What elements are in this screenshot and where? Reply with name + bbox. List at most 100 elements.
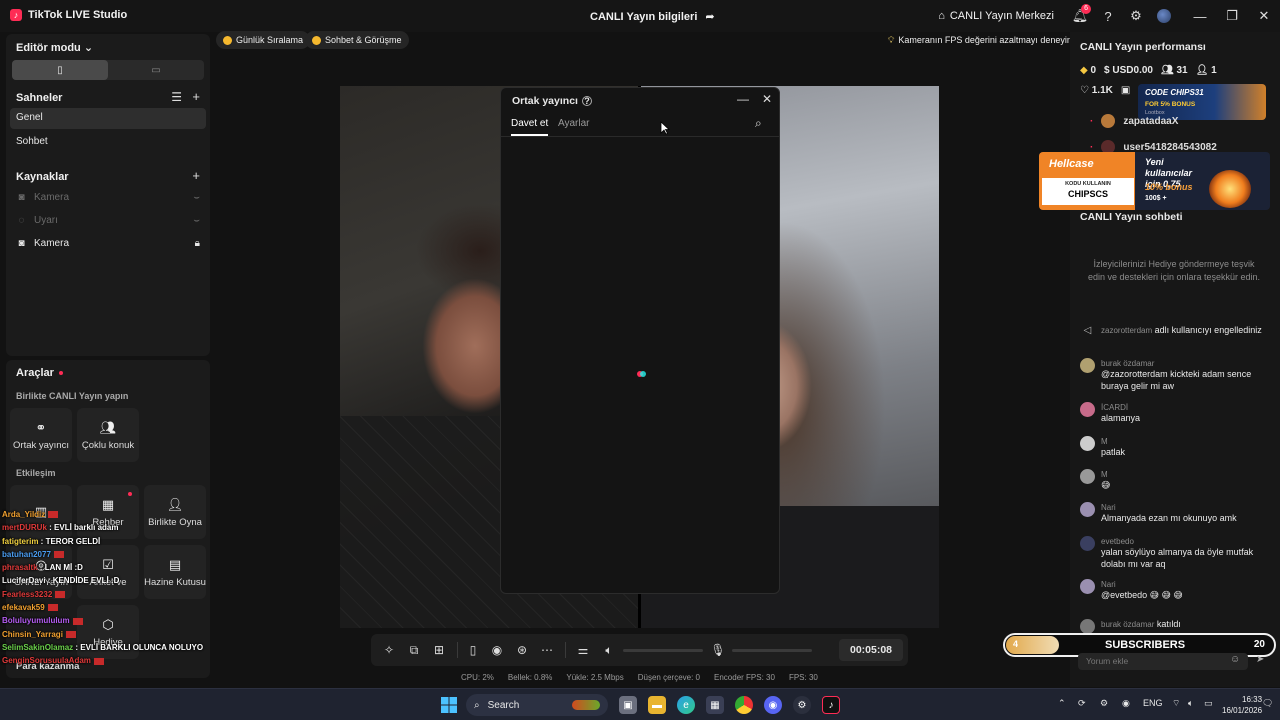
notifications-icon[interactable]: 🗨︎ xyxy=(1262,698,1273,709)
chat-username[interactable]: evetbedo xyxy=(1101,536,1270,547)
chevron-up-icon[interactable]: ⌃ xyxy=(1058,698,1066,709)
source-item-camera-1[interactable]: ◙ Kamera ⌣ xyxy=(16,192,200,203)
hidden-icon[interactable]: ⌣ xyxy=(193,192,200,203)
send-icon[interactable]: ➤ xyxy=(1256,654,1264,665)
emoji-icon[interactable]: ☺ xyxy=(1230,654,1240,665)
chat-message[interactable]: Nari Almanyada ezan mı okunuyo amk xyxy=(1080,502,1270,525)
subscribers-label: SUBSCRIBERS xyxy=(1105,639,1186,651)
live-center-link[interactable]: ⌂ CANLI Yayın Merkezi xyxy=(938,10,1054,22)
tab-settings[interactable]: Ayarlar xyxy=(558,118,590,129)
speaker-volume-slider[interactable] xyxy=(623,649,703,652)
chat-username[interactable]: Nari xyxy=(1101,502,1237,513)
media-icon[interactable]: ⊞ xyxy=(431,642,447,658)
overlay-chat-line: SelimSakinOlamaz : EVLİ BARKLI OLUNCA NO… xyxy=(2,642,204,652)
landscape-icon[interactable]: ▭ xyxy=(108,60,204,80)
tiktok-live-studio-icon[interactable]: ♪ xyxy=(822,696,840,714)
comment-input[interactable]: Yorum ekle xyxy=(1078,653,1248,670)
chat-username[interactable]: M xyxy=(1101,469,1110,480)
steam-icon[interactable]: ⚙ xyxy=(793,696,811,714)
chat-message[interactable]: Mpatlak xyxy=(1080,436,1270,459)
profile-avatar[interactable] xyxy=(1150,0,1178,32)
avatar xyxy=(1080,536,1095,551)
source-label: Uyarı xyxy=(34,215,58,226)
chat-message[interactable]: İCARDİ alamanya xyxy=(1080,402,1270,425)
record-icon[interactable]: ◉ xyxy=(489,642,505,658)
overlay-chat-user: Arda_Yildiz xyxy=(2,510,46,519)
screen-share-icon[interactable]: ⧉ xyxy=(406,642,422,658)
chat-username[interactable]: zazorotterdam xyxy=(1101,326,1152,335)
chat-username[interactable]: İCARDİ xyxy=(1101,402,1140,413)
scene-item-genel[interactable]: Genel xyxy=(10,108,206,129)
battery-icon[interactable]: ▭ xyxy=(1204,698,1213,709)
magic-wand-icon[interactable]: ✧ xyxy=(381,642,397,658)
chat-username[interactable]: Nari xyxy=(1101,579,1183,590)
microphone-icon[interactable]: 🎙︎ xyxy=(710,642,726,658)
minimize-icon[interactable]: — xyxy=(1184,0,1216,32)
mic-volume-slider[interactable] xyxy=(732,649,812,652)
clock[interactable]: 16:33 16/01/2026 xyxy=(1222,694,1262,716)
phone-icon[interactable]: ▯ xyxy=(465,642,481,658)
taskbar-search[interactable]: ⌕ Search xyxy=(466,694,608,716)
add-scene-icon[interactable]: + xyxy=(192,89,200,104)
steam-tray-icon[interactable]: ⚙ xyxy=(1100,698,1108,709)
coin-icon xyxy=(312,35,321,45)
help-icon[interactable]: ? xyxy=(581,96,592,106)
edge-icon[interactable]: e xyxy=(677,696,695,714)
file-explorer-icon[interactable]: ▬ xyxy=(648,696,666,714)
chat-message[interactable]: burak özdamar katıldı xyxy=(1080,619,1270,634)
avatar xyxy=(1080,469,1095,484)
minimize-icon[interactable]: — xyxy=(735,92,751,106)
daily-rank-pill[interactable]: Günlük Sıralama xyxy=(216,31,311,49)
store-icon[interactable]: ▦ xyxy=(706,696,724,714)
chat-system-message[interactable]: ◁ zazorotterdam adlı kullanıcıyı engelled… xyxy=(1080,325,1270,337)
maximize-icon[interactable]: ❐ xyxy=(1216,0,1248,32)
editor-mode-dropdown[interactable]: Editör modu ⌄ xyxy=(16,41,200,54)
top-gifter-row[interactable]: · zapatadaaX xyxy=(1090,114,1178,128)
tiktok-logo-icon: ♪ xyxy=(10,9,22,21)
tab-invite[interactable]: Davet et xyxy=(511,118,548,129)
interaction-title: Etkileşim xyxy=(16,468,56,478)
portrait-icon[interactable]: ▯ xyxy=(12,60,108,80)
tray-app-icon[interactable]: ⟳ xyxy=(1078,698,1086,709)
chrome-icon[interactable] xyxy=(735,696,753,714)
flag-icon xyxy=(55,591,66,599)
help-icon[interactable]: ? xyxy=(1094,0,1122,32)
fps-tip[interactable]: 💡︎ Kameranın FPS değerini azaltmayı deney… xyxy=(881,31,1079,49)
bell-icon[interactable]: 🔔︎ 6 xyxy=(1066,0,1094,32)
speaker-icon[interactable]: 🔈︎ xyxy=(601,642,617,658)
chat-username[interactable]: burak özdamar xyxy=(1101,358,1270,369)
windows-start-icon[interactable] xyxy=(440,696,458,714)
search-icon[interactable]: ⌕ xyxy=(755,116,762,131)
mixer-icon[interactable]: ⚌ xyxy=(575,642,591,658)
close-icon[interactable]: ✕ xyxy=(759,92,775,106)
multi-guest-button[interactable]: 👥︎ Çoklu konuk xyxy=(77,408,139,462)
chat-message[interactable]: M 😅 xyxy=(1080,469,1270,492)
scene-item-sohbet[interactable]: Sohbet xyxy=(16,136,200,147)
notification-badge: 6 xyxy=(1081,4,1091,14)
close-icon[interactable]: ✕ xyxy=(1248,0,1280,32)
wifi-icon[interactable]: ⌔ xyxy=(1172,698,1180,709)
camera-switch-icon[interactable]: ⊛ xyxy=(514,642,530,658)
source-item-camera-2[interactable]: ◙ Kamera 🔒︎ xyxy=(16,238,200,249)
co-host-button[interactable]: ⚭ Ortak yayıncı xyxy=(10,408,72,462)
task-view-icon[interactable]: ▣ xyxy=(619,696,637,714)
chat-meet-pill[interactable]: Sohbet & Görüşme xyxy=(305,31,409,49)
more-icon[interactable]: ⋯ xyxy=(539,642,555,658)
add-source-icon[interactable]: + xyxy=(192,168,200,183)
lock-icon[interactable]: 🔒︎ xyxy=(195,238,200,249)
chat-username[interactable]: burak özdamar xyxy=(1101,620,1154,629)
chat-message[interactable]: Nari @evetbedo 😅 😅 😅 xyxy=(1080,579,1270,602)
chat-message[interactable]: evetbedo yalan söylüyo almanya da öyle mu… xyxy=(1080,536,1270,570)
source-item-alert[interactable]: ◌ Uyarı ⌣ xyxy=(16,215,200,226)
volume-icon[interactable]: 🔈︎ xyxy=(1188,698,1193,709)
gear-icon[interactable]: ⚙ xyxy=(1122,0,1150,32)
hidden-icon[interactable]: ⌣ xyxy=(193,215,200,226)
search-icon: ⌕ xyxy=(474,699,480,711)
chat-username[interactable]: M xyxy=(1101,436,1125,447)
discord-tray-icon[interactable]: ◉ xyxy=(1122,698,1130,709)
list-icon[interactable]: ☰ xyxy=(171,90,182,104)
discord-icon[interactable]: ◉ xyxy=(764,696,782,714)
language-indicator[interactable]: ENG xyxy=(1143,698,1163,708)
live-info-button[interactable]: CANLI Yayın bilgileri ➦ xyxy=(590,10,715,24)
chat-message[interactable]: burak özdamar @zazorotterdam kickteki ada… xyxy=(1080,358,1270,392)
